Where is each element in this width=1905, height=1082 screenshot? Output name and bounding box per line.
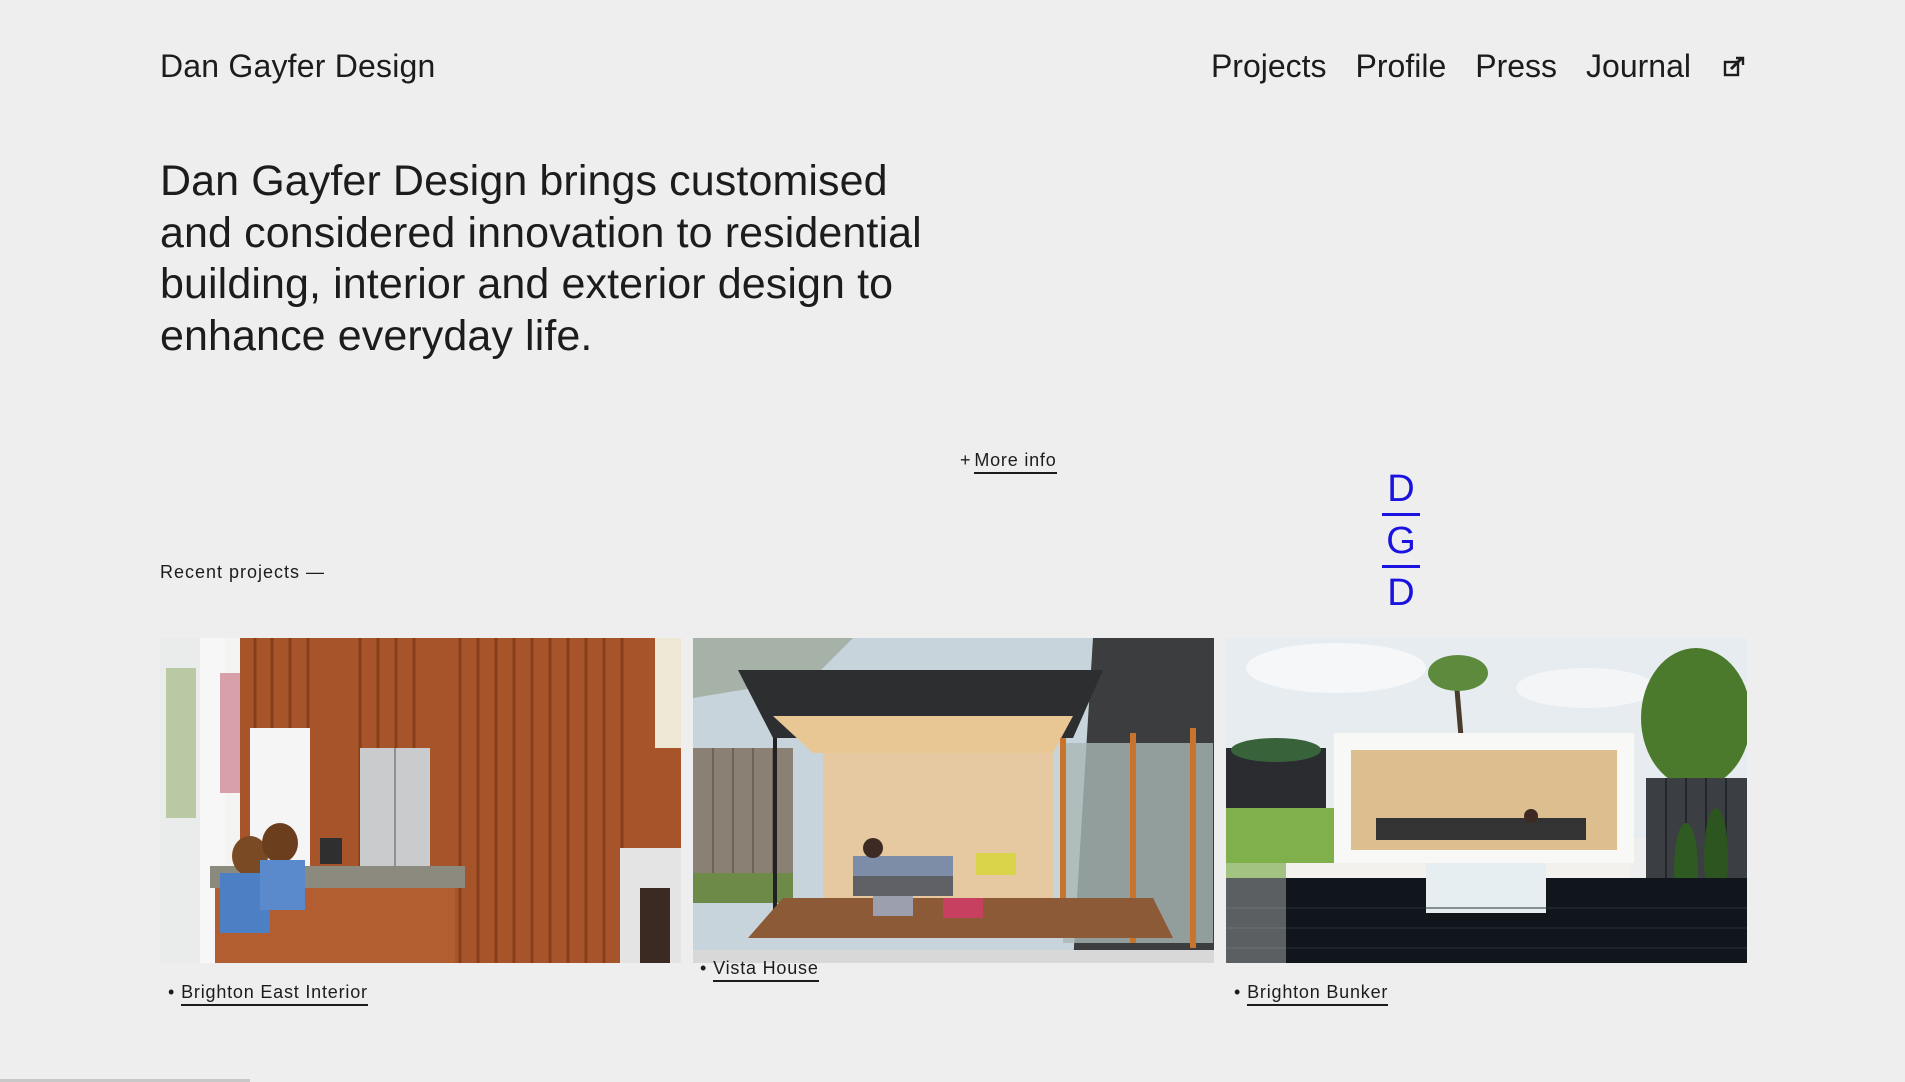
bullet-icon: •	[1234, 982, 1242, 1002]
monogram-letter-g: G	[1386, 520, 1416, 562]
bullet-icon: •	[700, 958, 708, 978]
more-info-link[interactable]: + More info	[960, 450, 1057, 474]
recent-projects-heading: Recent projects —	[160, 562, 326, 582]
plus-icon: +	[960, 450, 972, 470]
nav-profile[interactable]: Profile	[1356, 48, 1447, 85]
dgd-monogram: D G D	[1380, 466, 1422, 616]
nav-press[interactable]: Press	[1475, 48, 1557, 85]
project-link-brighton-east[interactable]: Brighton East Interior	[181, 982, 368, 1006]
project-link-vista-house[interactable]: Vista House	[713, 958, 819, 982]
project-link-brighton-bunker[interactable]: Brighton Bunker	[1247, 982, 1389, 1006]
nav-journal[interactable]: Journal	[1586, 48, 1691, 85]
monogram-rule	[1382, 513, 1420, 516]
project-image-brighton-bunker[interactable]	[1226, 638, 1747, 963]
project-caption-vista-house: • Vista House	[700, 958, 819, 982]
monogram-letter-d1: D	[1387, 468, 1415, 510]
main-nav: Projects Profile Press Journal	[1182, 48, 1745, 85]
external-edit-icon[interactable]	[1723, 56, 1745, 78]
monogram-letter-d2: D	[1387, 572, 1415, 614]
intro-statement: Dan Gayfer Design brings customised and …	[160, 157, 922, 360]
brand-logo-link[interactable]: Dan Gayfer Design	[160, 48, 436, 85]
project-image-brighton-east[interactable]	[160, 638, 681, 963]
more-info-label: More info	[974, 450, 1057, 474]
project-caption-brighton-east: • Brighton East Interior	[168, 982, 368, 1006]
monogram-rule	[1382, 565, 1420, 568]
project-caption-brighton-bunker: • Brighton Bunker	[1234, 982, 1389, 1006]
project-image-vista-house[interactable]	[693, 638, 1214, 963]
bullet-icon: •	[168, 982, 176, 1002]
nav-projects[interactable]: Projects	[1211, 48, 1327, 85]
